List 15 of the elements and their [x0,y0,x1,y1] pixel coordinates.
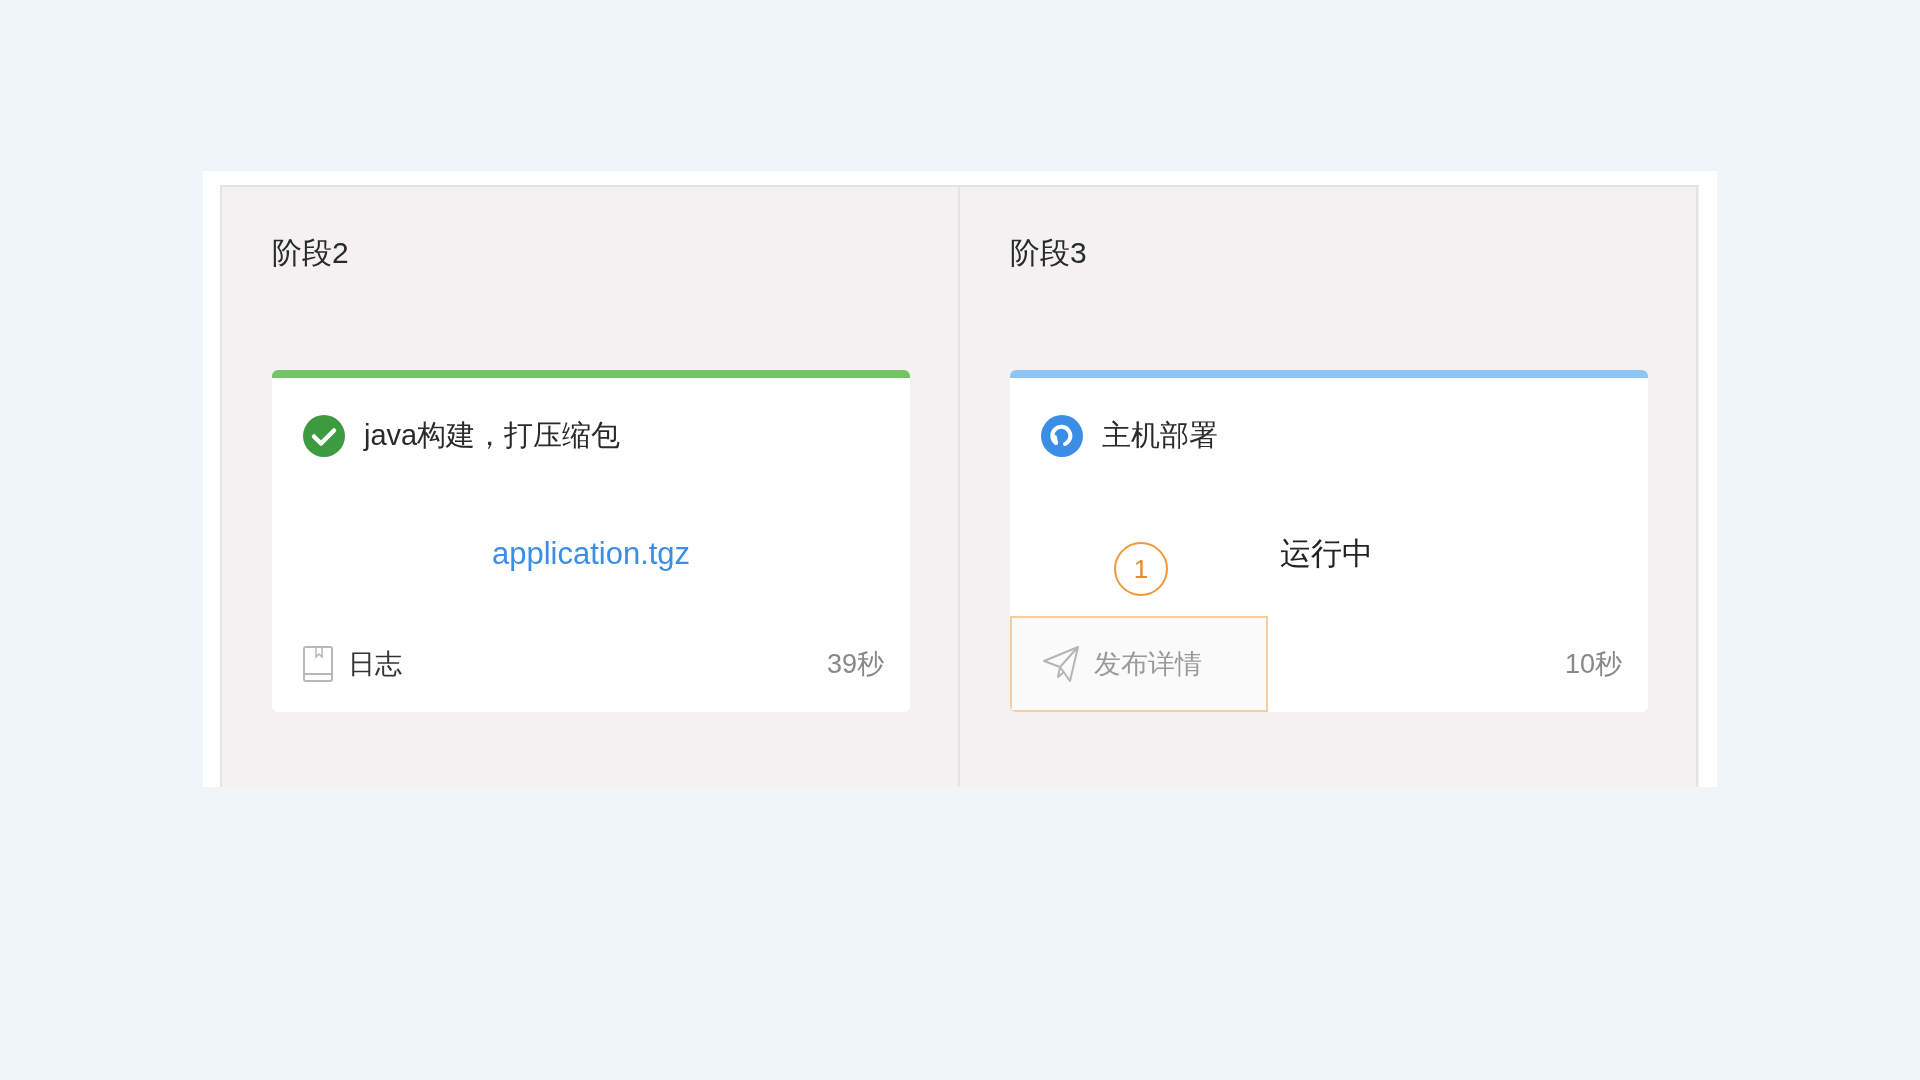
details-button[interactable]: 发布详情 [1010,616,1268,712]
paper-plane-icon [1042,645,1080,683]
job-name: 主机部署 [1102,418,1218,454]
duration-label: 39秒 [826,647,884,681]
running-spinner-icon [1040,414,1084,458]
running-status: 运行中 [1280,534,1373,573]
log-button[interactable]: 日志 [272,616,402,712]
success-check-icon [302,414,346,458]
stage-title: 阶段2 [272,235,350,271]
book-icon [302,645,334,683]
duration-label: 10秒 [1564,647,1622,681]
artifact-link[interactable]: application.tgz [491,530,691,578]
job-name: java构建，打压缩包 [364,418,621,454]
callout-marker: 1 [1114,542,1168,596]
stage-title: 阶段3 [1010,235,1088,271]
